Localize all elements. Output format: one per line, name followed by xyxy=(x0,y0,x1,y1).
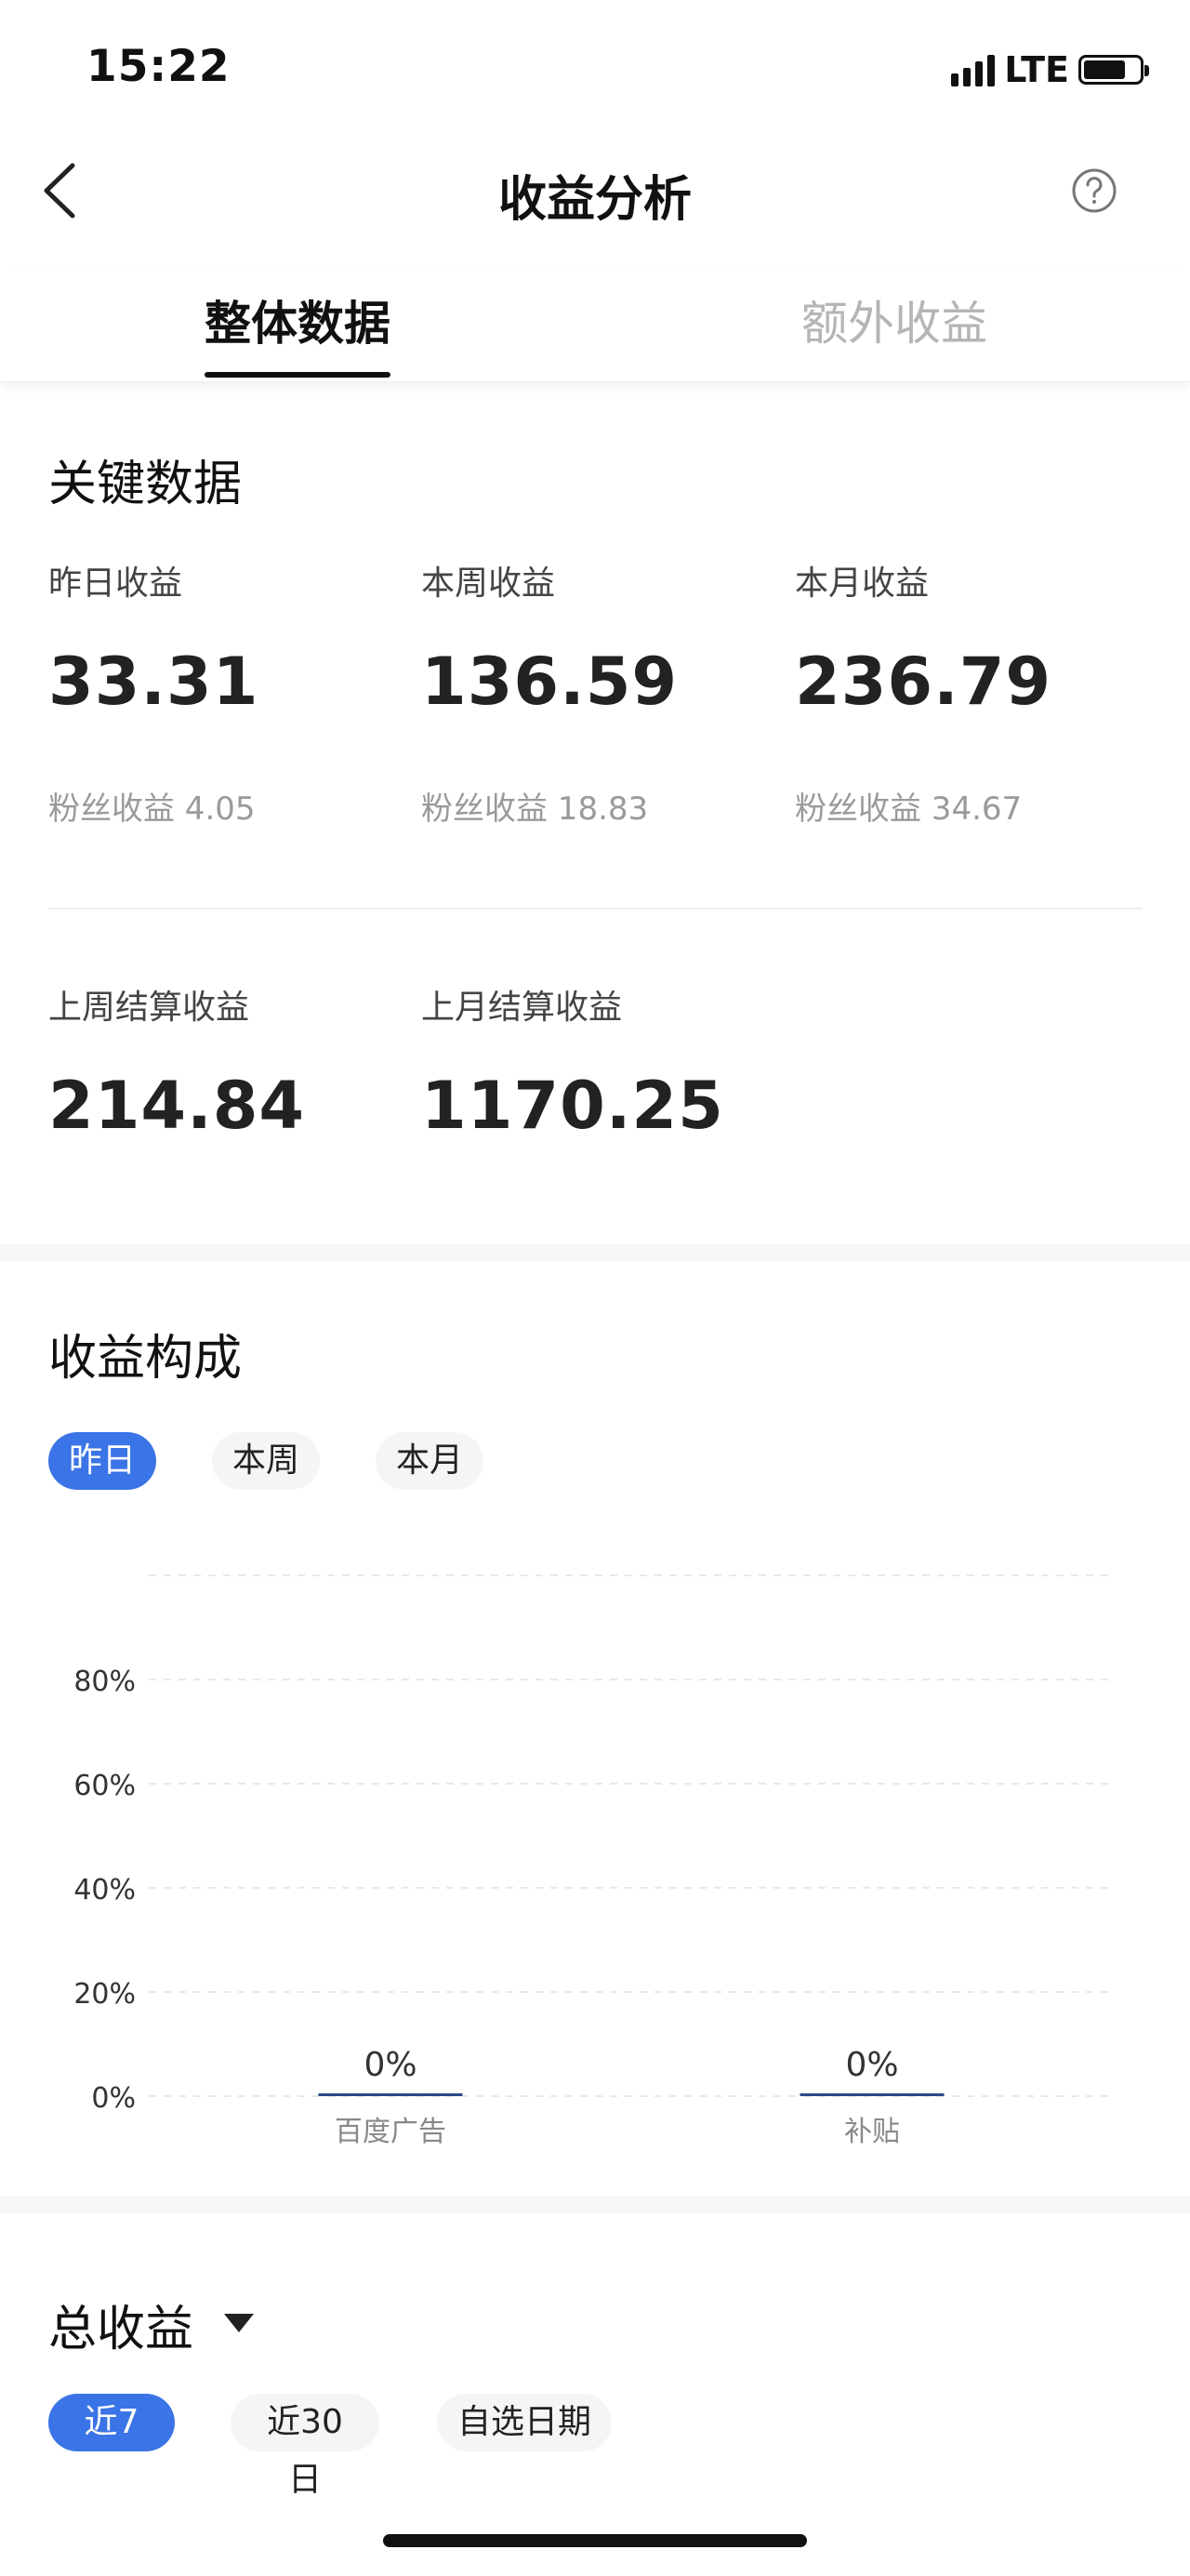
bar xyxy=(800,2093,945,2096)
chart-svg: 0% 20% 40% 60% 80% 0% 百度广告 0% 补贴 xyxy=(73,1574,1111,2148)
x-category-label: 百度广告 xyxy=(335,2116,446,2148)
y-tick-label: 20% xyxy=(73,1978,136,2011)
metric-value-last-week-settled: 214.84 xyxy=(48,1068,306,1144)
chip-this-week[interactable]: 本周 xyxy=(212,1432,320,1490)
tab-bar: 整体数据 额外收益 xyxy=(0,270,1190,382)
metric-label-week: 本周收益 xyxy=(421,564,556,603)
x-category-label: 补贴 xyxy=(844,2116,900,2148)
metric-fan-yesterday: 粉丝收益 4.05 xyxy=(48,790,256,828)
total-revenue-title: 总收益 xyxy=(48,2302,194,2357)
y-tick-label: 0% xyxy=(91,2082,136,2115)
active-tab-indicator xyxy=(205,372,390,378)
data-label: 0% xyxy=(845,2046,898,2084)
status-bar: 15:22 LTE xyxy=(0,0,1190,139)
tab-overall-data[interactable]: 整体数据 xyxy=(205,286,390,353)
chip-last-7-days[interactable]: 近7日 xyxy=(48,2394,175,2499)
y-tick-label: 40% xyxy=(73,1874,136,1906)
metric-fan-month: 粉丝收益 34.67 xyxy=(795,790,1023,828)
key-data-title: 关键数据 xyxy=(48,457,243,512)
chip-yesterday[interactable]: 昨日 xyxy=(48,1432,156,1490)
composition-chart: 0% 20% 40% 60% 80% 0% 百度广告 0% 补贴 xyxy=(0,1525,1190,2158)
divider xyxy=(48,908,1142,910)
chip-this-month[interactable]: 本月 xyxy=(376,1432,483,1490)
metric-fan-week: 粉丝收益 18.83 xyxy=(421,790,649,828)
nav-bar: 收益分析 xyxy=(0,139,1190,242)
home-indicator xyxy=(383,2534,807,2547)
metric-value-yesterday: 33.31 xyxy=(48,644,259,720)
chip-custom-date[interactable]: 自选日期 xyxy=(437,2394,612,2451)
help-icon[interactable] xyxy=(1071,167,1117,214)
section-separator xyxy=(0,2197,1190,2213)
data-label: 0% xyxy=(364,2046,416,2084)
battery-icon xyxy=(1078,55,1149,85)
signal-icon xyxy=(951,53,996,86)
page: 15:22 LTE 收益分析 整体数据 额外收益 关键数据 昨日收益 33.31… xyxy=(0,0,1190,2576)
metric-value-month: 236.79 xyxy=(795,644,1052,720)
tab-extra-revenue[interactable]: 额外收益 xyxy=(801,286,987,353)
metric-label-month: 本月收益 xyxy=(795,564,930,603)
composition-title: 收益构成 xyxy=(48,1331,243,1387)
chip-last-30-days[interactable]: 近30日 xyxy=(231,2394,379,2499)
metric-label-yesterday: 昨日收益 xyxy=(48,564,183,603)
metric-value-week: 136.59 xyxy=(421,644,679,720)
y-tick-label: 60% xyxy=(73,1770,136,1802)
caret-down-icon[interactable] xyxy=(221,2310,257,2336)
section-separator xyxy=(0,1244,1190,1261)
status-indicators: LTE xyxy=(951,46,1149,93)
metric-label-last-month-settled: 上月结算收益 xyxy=(421,989,623,1027)
metric-value-last-month-settled: 1170.25 xyxy=(421,1068,724,1144)
network-label: LTE xyxy=(1004,49,1069,90)
status-time: 15:22 xyxy=(86,41,231,92)
y-tick-label: 80% xyxy=(73,1666,136,1698)
page-title: 收益分析 xyxy=(497,172,692,228)
bar xyxy=(318,2093,463,2096)
metric-label-last-week-settled: 上周结算收益 xyxy=(48,989,250,1027)
